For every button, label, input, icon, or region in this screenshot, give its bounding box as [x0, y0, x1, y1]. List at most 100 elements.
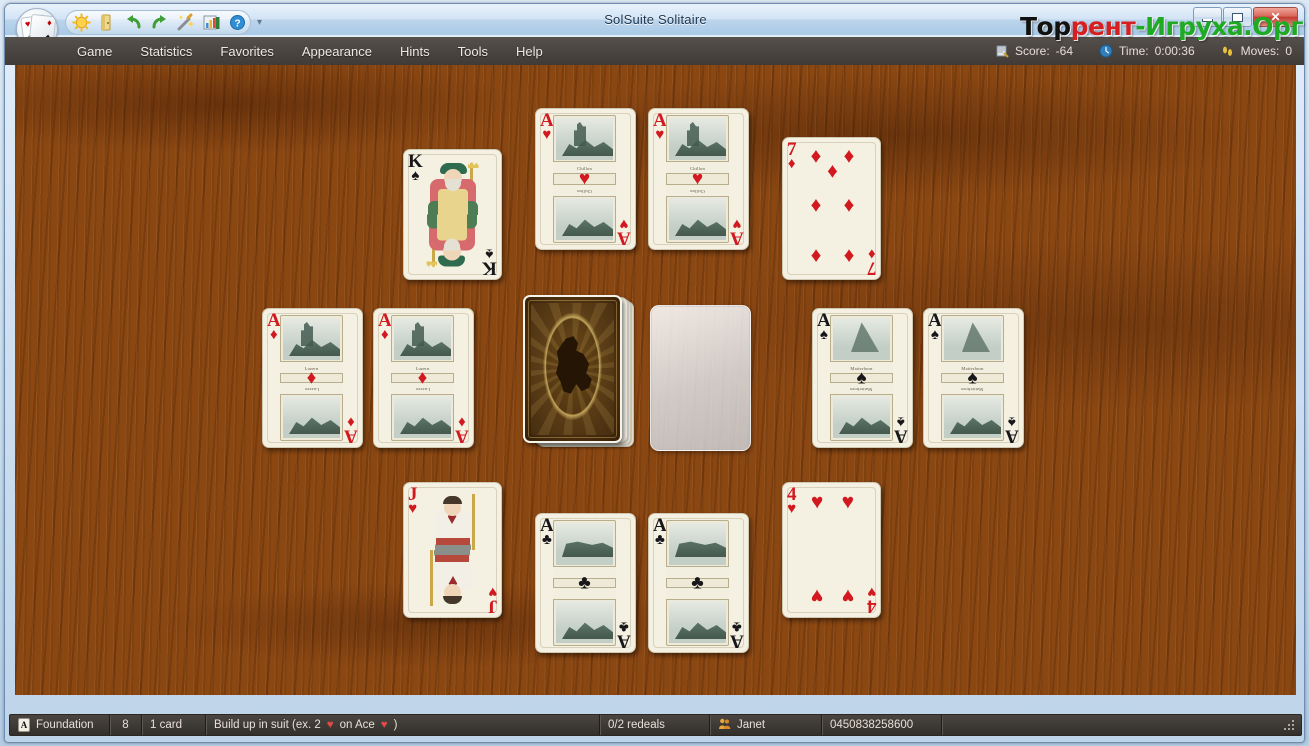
statistics-chart-icon[interactable] — [202, 13, 221, 32]
menu-item-appearance[interactable]: Appearance — [288, 40, 386, 63]
card-scenic-art: Luzern Luzern ♦ — [391, 315, 454, 441]
hint-wand-icon[interactable] — [176, 13, 195, 32]
watermark-part-1: Тор — [1020, 12, 1071, 41]
card-corner-bottom: A♣ — [730, 619, 744, 649]
card-corner-top: A♣ — [653, 517, 667, 547]
hud-score: Score: -64 — [995, 44, 1073, 58]
rule-suit-2: ♥ — [381, 719, 388, 731]
card-scenic-art: Chillon Chillon ♥ — [553, 115, 616, 243]
card-corner-bottom: A♦ — [455, 414, 469, 444]
menu-item-tools[interactable]: Tools — [444, 40, 502, 63]
status-redeals: 0/2 redeals — [600, 715, 710, 735]
stock-pile[interactable] — [523, 295, 635, 447]
toolbar-overflow-icon[interactable]: ▾ — [257, 17, 262, 28]
card-corner-top: A♥ — [653, 112, 667, 142]
card-ace-hearts-1[interactable]: A♥ A♥ Chillon Chillon ♥ — [535, 108, 636, 250]
card-ace-spades-2[interactable]: A♠ A♠ Matterhorn Matterhorn ♠ — [923, 308, 1024, 448]
card-king-spades[interactable]: K♠ K♠ — [403, 149, 502, 280]
card-corner-top: 4♥ — [787, 486, 797, 516]
svg-text:?: ? — [234, 19, 240, 30]
score-icon — [995, 44, 1009, 58]
card-corner-top: 7♦ — [787, 141, 797, 171]
card-ace-clubs-2[interactable]: A♣ A♣ ♣ — [648, 513, 749, 653]
status-bar: A Foundation 8 1 card Build up in suit (… — [9, 714, 1302, 736]
card-corner-bottom: 7♦ — [867, 246, 877, 276]
card-scenic-art: Chillon Chillon ♥ — [666, 115, 729, 243]
application-window: SolSuite Solitaire ✕ ♥ ♣ ♦ ♠ — [4, 3, 1305, 743]
status-foundation-count: 8 — [110, 715, 142, 735]
hud-status-group: Score: -64 Time: 0:00:36 Moves: 0 — [995, 37, 1292, 65]
card-four-hearts[interactable]: 4♥ 4♥ ♥ ♥ ♥ ♥ — [782, 482, 881, 618]
score-value: -64 — [1056, 44, 1073, 58]
card-corner-top: A♦ — [267, 312, 281, 342]
card-seven-diamonds[interactable]: 7♦ 7♦ ♦ ♦ ♦ ♦ ♦ ♦ ♦ — [782, 137, 881, 280]
card-corner-bottom: J♥ — [488, 584, 498, 614]
hud-moves: Moves: 0 — [1221, 44, 1292, 58]
time-label: Time: — [1119, 44, 1149, 58]
card-ace-diamonds-2[interactable]: A♦ A♦ Luzern Luzern ♦ — [373, 308, 474, 448]
moves-value: 0 — [1285, 44, 1292, 58]
card-corner-bottom: 4♥ — [867, 584, 877, 614]
footsteps-icon — [1221, 44, 1235, 58]
status-game-number: 0450838258600 — [822, 715, 942, 735]
card-scenic-art: Luzern Luzern ♦ — [280, 315, 343, 441]
status-spacer — [942, 715, 1282, 735]
center-pip: ♣ — [666, 574, 729, 593]
menu-item-favorites[interactable]: Favorites — [206, 40, 287, 63]
card-pip-layout: ♦ ♦ ♦ ♦ ♦ ♦ ♦ — [803, 146, 862, 271]
card-jack-hearts[interactable]: J♥ J♥ — [403, 482, 502, 618]
menu-item-hints[interactable]: Hints — [386, 40, 444, 63]
card-corner-bottom: A♣ — [617, 619, 631, 649]
card-scenic-art: Matterhorn Matterhorn ♠ — [941, 315, 1004, 441]
stock-card-back[interactable] — [523, 295, 622, 443]
card-ace-diamonds-1[interactable]: A♦ A♦ Luzern Luzern ♦ — [262, 308, 363, 448]
clock-icon — [1099, 44, 1113, 58]
menu-item-help[interactable]: Help — [502, 40, 557, 63]
card-corner-bottom: A♥ — [617, 216, 631, 246]
site-watermark: Торрент-Игруха.Орг — [1020, 12, 1303, 41]
help-icon[interactable]: ? — [228, 13, 247, 32]
app-root: SolSuite Solitaire ✕ ♥ ♣ ♦ ♠ — [0, 0, 1309, 746]
new-game-icon[interactable] — [72, 13, 91, 32]
center-pip: ♠ — [941, 369, 1004, 388]
card-ace-spades-1[interactable]: A♠ A♠ Matterhorn Matterhorn ♠ — [812, 308, 913, 448]
watermark-part-2: рент — [1071, 12, 1136, 41]
card-ace-hearts-2[interactable]: A♥ A♥ Chillon Chillon ♥ — [648, 108, 749, 250]
card-scenic-art: Matterhorn Matterhorn ♠ — [830, 315, 893, 441]
status-player[interactable]: Janet — [710, 715, 822, 735]
menu-bar: Game Statistics Favorites Appearance Hin… — [5, 37, 1305, 65]
card-pip-layout: ♥ ♥ ♥ ♥ — [803, 491, 862, 609]
card-corner-bottom: A♠ — [1005, 414, 1019, 444]
undo-icon[interactable] — [124, 13, 143, 32]
status-foundation[interactable]: A Foundation — [10, 715, 110, 735]
card-court-art — [419, 155, 486, 274]
center-pip: ♥ — [666, 170, 729, 189]
menu-item-game[interactable]: Game — [63, 40, 126, 63]
card-corner-top: A♠ — [928, 312, 942, 342]
foundation-badge-icon: A — [18, 718, 30, 732]
rule-suffix: ) — [394, 719, 398, 731]
menu-item-statistics[interactable]: Statistics — [126, 40, 206, 63]
card-court-art — [419, 488, 486, 612]
card-corner-top: A♣ — [540, 517, 554, 547]
card-corner-bottom: A♠ — [894, 414, 908, 444]
card-ace-clubs-1[interactable]: A♣ A♣ ♣ — [535, 513, 636, 653]
status-rule-text: Build up in suit (ex. 2 ♥ on Ace ♥) — [206, 715, 600, 735]
rule-suit-1: ♥ — [327, 719, 334, 731]
card-scenic-art: ♣ — [666, 520, 729, 646]
center-pip: ♦ — [280, 369, 343, 388]
center-pip: ♦ — [391, 369, 454, 388]
card-corner-bottom: A♦ — [344, 414, 358, 444]
player-icon — [718, 717, 731, 733]
card-corner-top: A♥ — [540, 112, 554, 142]
redo-icon[interactable] — [150, 13, 169, 32]
empty-waste-slot[interactable] — [650, 305, 751, 451]
player-name: Janet — [737, 719, 765, 731]
exit-icon[interactable] — [98, 13, 117, 32]
resize-grip[interactable] — [1282, 717, 1298, 733]
card-corner-bottom: A♥ — [730, 216, 744, 246]
rule-prefix: Build up in suit (ex. 2 — [214, 719, 321, 731]
watermark-part-3: -Игруха.Орг — [1135, 12, 1303, 41]
card-corner-top: A♦ — [378, 312, 392, 342]
game-table[interactable]: K♠ K♠ A♥ — [15, 65, 1296, 695]
